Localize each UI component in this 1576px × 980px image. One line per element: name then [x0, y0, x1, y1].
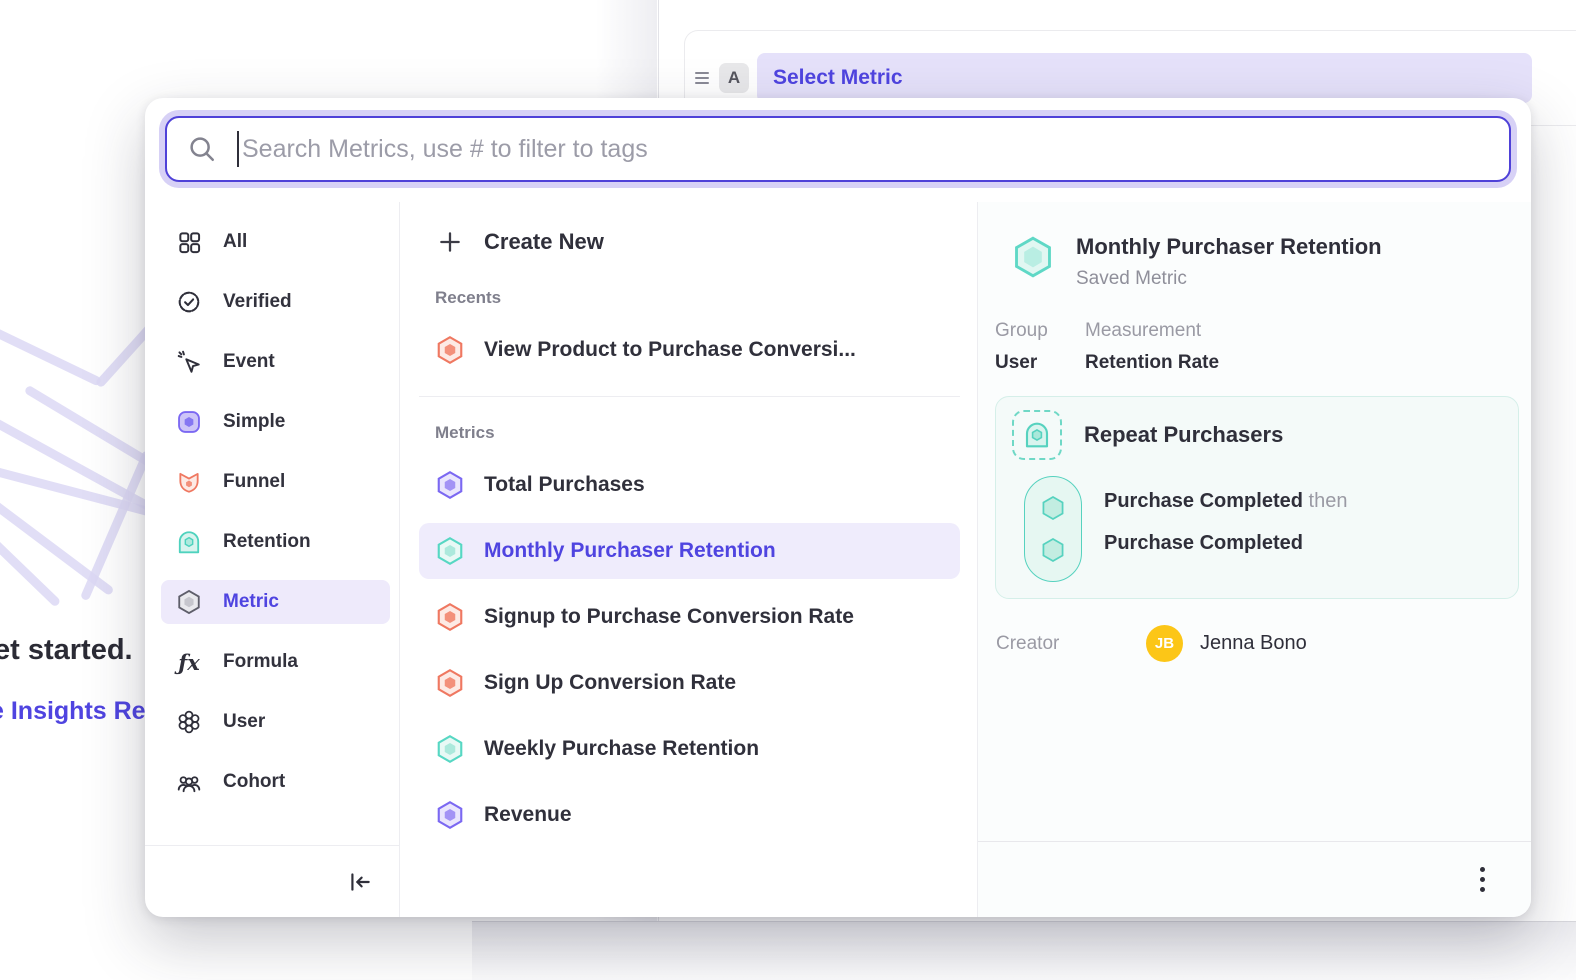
list-divider — [419, 396, 960, 397]
kebab-menu-button[interactable] — [1474, 859, 1491, 901]
group-value: User — [995, 352, 1061, 374]
series-a-badge[interactable]: A — [719, 63, 749, 93]
funnel-metric-icon — [435, 602, 465, 632]
grid-icon — [176, 229, 202, 255]
sidebar-item-funnel[interactable]: Funnel — [161, 460, 390, 504]
metric-row-weekly-purchase-retention[interactable]: Weekly Purchase Retention — [419, 721, 960, 777]
retention-arch-icon — [176, 529, 202, 555]
retention-metric-icon — [435, 734, 465, 764]
create-new-label: Create New — [484, 229, 604, 255]
sidebar-item-verified[interactable]: Verified — [161, 280, 390, 324]
metric-row-label: View Product to Purchase Conversi... — [484, 338, 856, 362]
sidebar-item-metric[interactable]: Metric — [161, 580, 390, 624]
sidebar-footer — [145, 845, 399, 917]
formula-fx-icon: ƒx — [176, 649, 202, 675]
definition-card: Repeat Purchasers — [995, 396, 1519, 599]
measurement-value: Retention Rate — [1085, 352, 1219, 374]
search-focus-ring — [159, 110, 1517, 188]
sidebar-item-label: Cohort — [223, 771, 285, 793]
select-metric-button[interactable]: Select Metric — [757, 53, 1532, 103]
plus-icon — [435, 227, 465, 257]
dashed-selection-icon — [1012, 410, 1062, 460]
detail-subtitle: Saved Metric — [1076, 268, 1382, 290]
sidebar-item-label: Metric — [223, 591, 279, 613]
sidebar-item-label: User — [223, 711, 265, 733]
detail-title: Monthly Purchaser Retention — [1076, 234, 1382, 260]
sidebar-item-formula[interactable]: ƒx Formula — [161, 640, 390, 684]
sidebar-item-simple[interactable]: Simple — [161, 400, 390, 444]
sidebar-item-user[interactable]: User — [161, 700, 390, 744]
sidebar-item-label: Formula — [223, 651, 298, 673]
metric-row-label: Sign Up Conversion Rate — [484, 671, 736, 695]
behavior-capsule — [1024, 476, 1082, 582]
cohort-people-icon — [176, 769, 202, 795]
sidebar-item-label: Simple — [223, 411, 285, 433]
metric-row-sign-up-conversion-rate[interactable]: Sign Up Conversion Rate — [419, 655, 960, 711]
verified-badge-icon — [176, 289, 202, 315]
retention-metric-icon — [435, 536, 465, 566]
creator-label: Creator — [996, 633, 1146, 655]
step-connector: then — [1309, 490, 1348, 512]
funnel-metric-icon — [435, 335, 465, 365]
search-icon — [187, 134, 217, 164]
simple-metric-icon — [176, 409, 202, 435]
funnel-metric-icon — [435, 668, 465, 698]
get-started-text: et started. — [0, 634, 133, 667]
creator-name: Jenna Bono — [1200, 632, 1307, 655]
simple-metric-icon — [435, 800, 465, 830]
detail-footer — [978, 841, 1531, 917]
simple-metric-icon — [435, 470, 465, 500]
group-label: Group — [995, 320, 1061, 342]
sidebar-item-label: Funnel — [223, 471, 285, 493]
sidebar-item-label: All — [223, 231, 247, 253]
sidebar-item-all[interactable]: All — [161, 220, 390, 264]
metric-selector-modal: All Verified — [145, 98, 1531, 917]
definition-name: Repeat Purchasers — [1084, 422, 1283, 448]
creator-avatar: JB — [1146, 625, 1183, 662]
measurement-label: Measurement — [1085, 320, 1219, 342]
sidebar-item-cohort[interactable]: Cohort — [161, 760, 390, 804]
metric-row-revenue[interactable]: Revenue — [419, 787, 960, 843]
creator-row: Creator JB Jenna Bono — [995, 625, 1519, 662]
filter-sidebar: All Verified — [145, 202, 400, 917]
metric-row-label: Signup to Purchase Conversion Rate — [484, 605, 854, 629]
sidebar-item-label: Retention — [223, 531, 311, 553]
metrics-section-label: Metrics — [419, 423, 960, 443]
sidebar-item-label: Verified — [223, 291, 292, 313]
page-bottom-gradient — [472, 922, 1576, 980]
collapse-left-icon — [347, 869, 373, 895]
metric-row-monthly-purchaser-retention[interactable]: Monthly Purchaser Retention — [419, 523, 960, 579]
sidebar-item-event[interactable]: Event — [161, 340, 390, 384]
drag-handle-icon[interactable] — [695, 72, 713, 84]
collapse-sidebar-button[interactable] — [347, 869, 373, 895]
metric-row-label: Weekly Purchase Retention — [484, 737, 759, 761]
metric-row-label: Monthly Purchaser Retention — [484, 539, 776, 563]
metric-row-label: Total Purchases — [484, 473, 645, 497]
metric-hexagon-icon — [176, 589, 202, 615]
recent-metric-row[interactable]: View Product to Purchase Conversi... — [419, 322, 960, 378]
search-input[interactable] — [239, 135, 1489, 164]
step-hexagon-icon — [1039, 494, 1067, 522]
sidebar-item-retention[interactable]: Retention — [161, 520, 390, 564]
metric-list-column: Create New Recents View Product to Purch… — [400, 202, 978, 917]
detail-meta: Group User Measurement Retention Rate — [995, 320, 1519, 374]
search-bar[interactable] — [165, 116, 1511, 182]
event-cursor-icon — [176, 349, 202, 375]
detail-header: Monthly Purchaser Retention Saved Metric — [995, 234, 1519, 290]
insights-report-link[interactable]: e Insights Re — [0, 697, 146, 726]
recents-section-label: Recents — [419, 288, 960, 308]
step1-event: Purchase Completed — [1104, 490, 1303, 512]
retention-metric-icon-large — [1010, 234, 1056, 280]
metric-row-label: Revenue — [484, 803, 572, 827]
metric-row-total-purchases[interactable]: Total Purchases — [419, 457, 960, 513]
step2-event: Purchase Completed — [1104, 532, 1303, 554]
funnel-icon — [176, 469, 202, 495]
step-hexagon-icon — [1039, 536, 1067, 564]
create-new-button[interactable]: Create New — [419, 216, 960, 268]
metric-row-signup-to-purchase-conversion-rate[interactable]: Signup to Purchase Conversion Rate — [419, 589, 960, 645]
sidebar-item-label: Event — [223, 351, 275, 373]
metric-detail-panel: Monthly Purchaser Retention Saved Metric… — [978, 202, 1531, 917]
user-cluster-icon — [176, 709, 202, 735]
